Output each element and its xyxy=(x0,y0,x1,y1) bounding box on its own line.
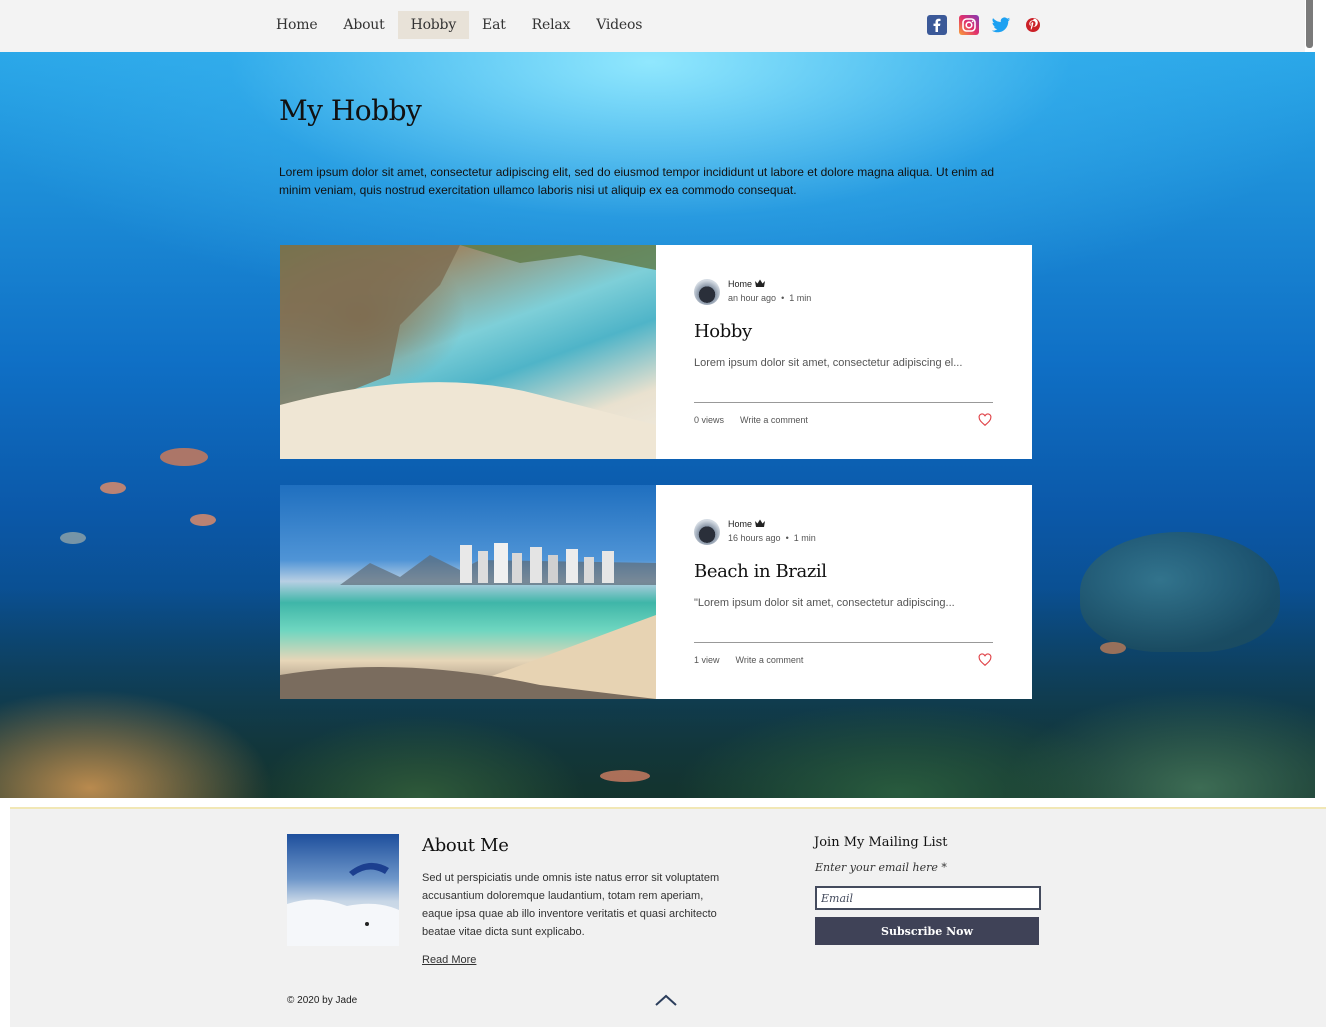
post-body: Home 16 hours ago • 1 min Beach in Brazi… xyxy=(656,485,1032,699)
nav-item-relax[interactable]: Relax xyxy=(519,11,584,39)
write-comment-link[interactable]: Write a comment xyxy=(740,415,808,425)
nav-item-eat[interactable]: Eat xyxy=(469,11,519,39)
divider xyxy=(694,642,993,643)
post-time: 16 hours ago xyxy=(728,533,781,543)
instagram-icon[interactable] xyxy=(959,15,979,35)
post-meta: 16 hours ago • 1 min xyxy=(728,533,816,543)
author-name[interactable]: Home xyxy=(728,519,752,529)
fish-decoration xyxy=(100,482,126,494)
email-label: Enter your email here * xyxy=(815,861,947,874)
post-image[interactable] xyxy=(280,245,656,459)
post-stats: 1 view Write a comment xyxy=(694,655,803,665)
post-author[interactable]: Home xyxy=(728,519,766,529)
write-comment-link[interactable]: Write a comment xyxy=(736,655,804,665)
post-author[interactable]: Home xyxy=(728,279,766,289)
heart-icon[interactable] xyxy=(978,653,992,667)
nav-item-about[interactable]: About xyxy=(330,11,397,39)
about-text: Sed ut perspiciatis unde omnis iste natu… xyxy=(422,872,720,938)
post-title[interactable]: Beach in Brazil xyxy=(694,561,827,582)
facebook-icon[interactable] xyxy=(927,15,947,35)
pinterest-icon[interactable] xyxy=(1023,15,1043,35)
post-meta: an hour ago • 1 min xyxy=(728,293,811,303)
chevron-up-icon[interactable] xyxy=(655,993,677,1007)
avatar[interactable] xyxy=(694,519,720,545)
post-title[interactable]: Hobby xyxy=(694,321,752,342)
site-footer: About Me Sed ut perspiciatis unde omnis … xyxy=(10,809,1326,1027)
divider xyxy=(694,402,993,403)
meta-dot: • xyxy=(783,533,794,543)
fish-decoration xyxy=(600,770,650,782)
about-title: About Me xyxy=(422,835,509,856)
blog-post-card[interactable]: Home 16 hours ago • 1 min Beach in Brazi… xyxy=(280,485,1032,699)
about-image xyxy=(287,834,399,946)
reef-rock xyxy=(1080,532,1280,652)
fish-decoration xyxy=(190,514,216,526)
nav-item-home[interactable]: Home xyxy=(263,11,330,39)
read-more-link[interactable]: Read More xyxy=(422,954,476,966)
fish-decoration xyxy=(60,532,86,544)
main-nav: Home About Hobby Eat Relax Videos xyxy=(263,11,655,39)
post-image[interactable] xyxy=(280,485,656,699)
site-header: Home About Hobby Eat Relax Videos xyxy=(0,0,1305,52)
post-time: an hour ago xyxy=(728,293,777,303)
subscribe-button[interactable]: Subscribe Now xyxy=(815,917,1039,945)
views-count: 1 view xyxy=(694,655,720,665)
fish-decoration xyxy=(1100,642,1126,654)
avatar[interactable] xyxy=(694,279,720,305)
fish-decoration xyxy=(160,448,208,466)
crown-icon xyxy=(755,279,766,289)
mailing-list-title: Join My Mailing List xyxy=(814,835,948,850)
post-body: Home an hour ago • 1 min Hobby Lorem ips… xyxy=(656,245,1032,459)
page-description: Lorem ipsum dolor sit amet, consectetur … xyxy=(279,165,995,197)
crown-icon xyxy=(755,519,766,529)
post-stats: 0 views Write a comment xyxy=(694,415,808,425)
views-count: 0 views xyxy=(694,415,725,425)
meta-dot: • xyxy=(778,293,790,303)
post-excerpt[interactable]: Lorem ipsum dolor sit amet, consectetur … xyxy=(694,357,994,369)
social-bar xyxy=(927,15,1043,35)
blog-post-card[interactable]: Home an hour ago • 1 min Hobby Lorem ips… xyxy=(280,245,1032,459)
post-excerpt[interactable]: "Lorem ipsum dolor sit amet, consectetur… xyxy=(694,597,994,609)
page-title: My Hobby xyxy=(279,94,422,127)
copyright: © 2020 by Jade xyxy=(287,995,358,1006)
read-time: 1 min xyxy=(789,293,812,303)
scrollbar-thumb[interactable] xyxy=(1306,0,1313,48)
heart-icon[interactable] xyxy=(978,413,992,427)
read-time: 1 min xyxy=(793,533,816,543)
author-name[interactable]: Home xyxy=(728,279,752,289)
twitter-icon[interactable] xyxy=(991,15,1011,35)
email-field[interactable] xyxy=(815,886,1041,910)
nav-item-videos[interactable]: Videos xyxy=(583,11,655,39)
nav-item-hobby[interactable]: Hobby xyxy=(397,11,470,39)
